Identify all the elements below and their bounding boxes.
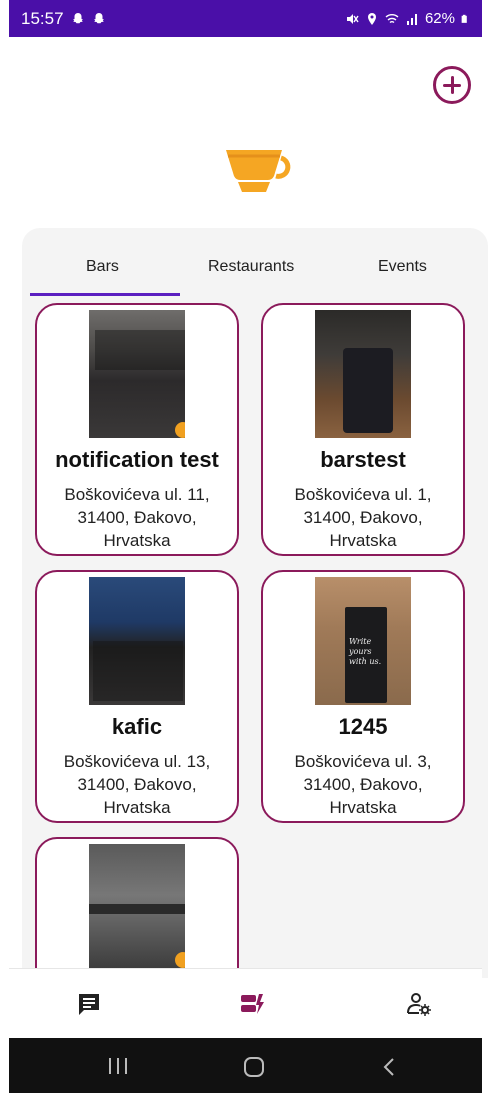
chat-icon[interactable]: [76, 991, 102, 1017]
bookmark-photo: Write yours with us.: [345, 607, 387, 703]
place-card[interactable]: kafic Boškovićeva ul. 13, 31400, Đakovo,…: [35, 570, 239, 823]
back-icon[interactable]: [381, 1056, 397, 1078]
category-tabs: Bars Restaurants Events: [22, 228, 488, 298]
battery-level: 62%: [424, 10, 455, 27]
place-card[interactable]: Write yours with us. 1245 Boškovićeva ul…: [261, 570, 465, 823]
place-photo: Write yours with us.: [315, 577, 411, 705]
mute-icon: [346, 13, 359, 24]
place-photo: [315, 310, 411, 438]
tab-events[interactable]: Events: [378, 258, 427, 276]
location-icon: [367, 12, 376, 25]
coffee-cup-icon: [226, 150, 291, 192]
add-place-button[interactable]: [433, 66, 471, 104]
status-time: 15:57: [21, 8, 64, 28]
place-address: Boškovićeva ul. 1, 31400, Đakovo, Hrvats…: [294, 485, 432, 550]
bottom-navigation: [9, 968, 482, 1038]
battery-icon: [461, 14, 467, 23]
place-card[interactable]: notification test Boškovićeva ul. 11, 31…: [35, 303, 239, 556]
place-address: Boškovićeva ul. 13, 31400, Đakovo, Hrvat…: [63, 752, 211, 817]
places-panel: Bars Restaurants Events notification tes…: [22, 228, 488, 978]
place-photo: [89, 844, 185, 972]
place-photo: [89, 577, 185, 705]
system-navigation-bar: [9, 1038, 482, 1093]
snapchat-icon: [93, 12, 104, 23]
home-icon[interactable]: [242, 1056, 266, 1078]
tab-restaurants[interactable]: Restaurants: [208, 258, 294, 276]
tab-indicator: [30, 293, 180, 296]
signal-icon: [406, 13, 417, 25]
place-address: Boškovićeva ul. 11, 31400, Đakovo, Hrvat…: [64, 485, 210, 550]
snapchat-icon: [72, 12, 83, 23]
place-card[interactable]: [35, 837, 239, 978]
place-name: notification test: [55, 447, 219, 472]
place-name: 1245: [338, 714, 388, 739]
place-name: barstest: [320, 447, 406, 472]
place-photo: [89, 310, 185, 438]
place-card[interactable]: barstest Boškovićeva ul. 1, 31400, Đakov…: [261, 303, 465, 556]
places-icon[interactable]: [239, 991, 265, 1017]
place-address: Boškovićeva ul. 3, 31400, Đakovo, Hrvats…: [294, 752, 432, 817]
status-bar: 15:57 62%: [9, 0, 482, 37]
recent-apps-icon[interactable]: [107, 1056, 129, 1076]
user-settings-icon[interactable]: [406, 991, 432, 1017]
tab-bars[interactable]: Bars: [86, 258, 119, 276]
wifi-icon: [385, 13, 399, 23]
place-name: kafic: [111, 714, 163, 739]
